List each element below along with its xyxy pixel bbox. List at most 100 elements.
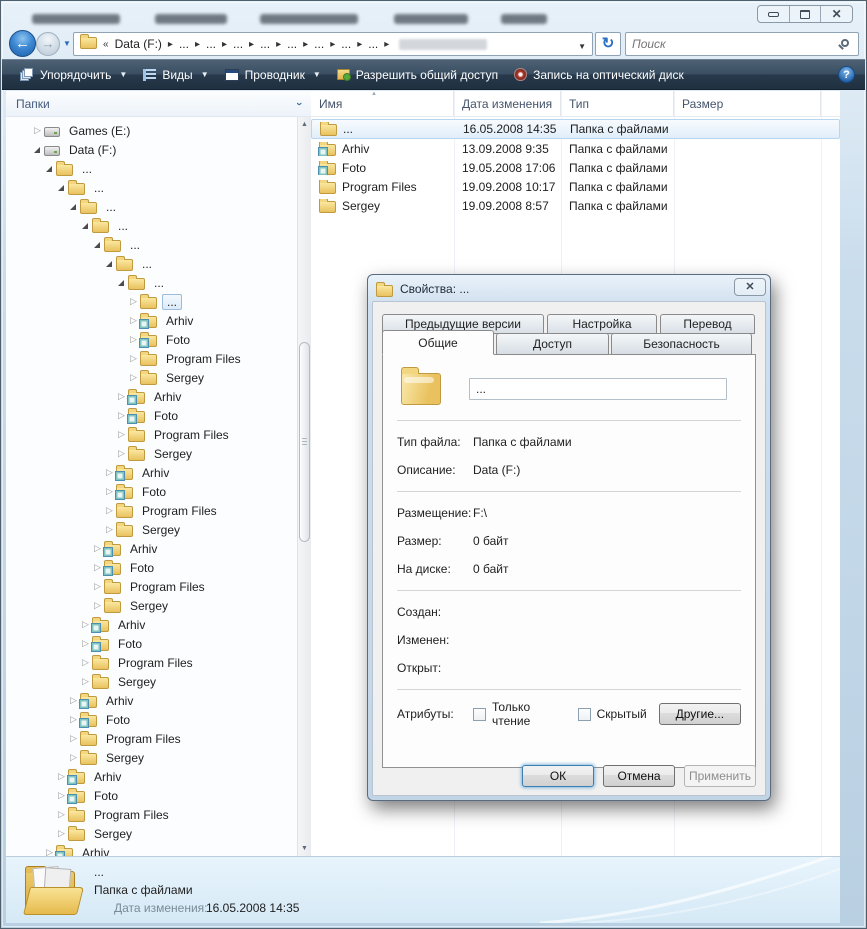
tree-item[interactable]: ▷ Foto	[6, 786, 297, 805]
expanded-arrow-icon[interactable]	[94, 241, 104, 248]
toolbar-organize-button[interactable]: Упорядочить ▼	[12, 64, 135, 86]
readonly-checkbox[interactable]	[473, 707, 486, 721]
tree-scrollbar[interactable]: ▲ ▼	[297, 117, 311, 856]
redacted-menu-item[interactable]	[501, 14, 547, 24]
table-row[interactable]: Foto 19.05.2008 17:06 Папка с файлами	[311, 158, 840, 177]
breadcrumb-item[interactable]: ...	[177, 37, 191, 51]
collapsed-arrow-icon[interactable]: ▷	[70, 733, 80, 744]
breadcrumb-chevron-icon[interactable]: ▸	[249, 39, 254, 50]
collapsed-arrow-icon[interactable]: ▷	[106, 524, 116, 535]
breadcrumb[interactable]: « Data (F:) ▸... ▸... ▸... ▸... ▸... ▸... ▸...…	[73, 32, 593, 56]
tree-item[interactable]: ▷ Foto	[6, 710, 297, 729]
history-dropdown-icon[interactable]: ▼	[63, 39, 71, 48]
tree-item[interactable]: ▷ Foto	[6, 558, 297, 577]
tree-item[interactable]: Data (F:)	[6, 140, 297, 159]
breadcrumb-chevron-icon[interactable]: ▸	[384, 39, 389, 50]
table-row[interactable]: Arhiv 13.09.2008 9:35 Папка с файлами	[311, 139, 840, 158]
column-header-size[interactable]: Размер	[674, 91, 821, 116]
tab-общие[interactable]: Общие	[382, 330, 494, 355]
breadcrumb-item[interactable]: ...	[312, 37, 326, 51]
collapsed-arrow-icon[interactable]: ▷	[82, 676, 92, 687]
breadcrumb-chevron-icon[interactable]: ▸	[276, 39, 281, 50]
tree-item[interactable]: ▷ Sergey	[6, 520, 297, 539]
tab-настройка[interactable]: Настройка	[547, 314, 657, 334]
tab-перевод[interactable]: Перевод	[660, 314, 755, 334]
breadcrumb-item[interactable]: ...	[339, 37, 353, 51]
tree-item[interactable]: ...	[6, 254, 297, 273]
expanded-arrow-icon[interactable]	[46, 165, 56, 172]
search-input[interactable]	[632, 35, 827, 53]
toolbar-views-button[interactable]: Виды ▼	[135, 64, 216, 86]
tree-item[interactable]: ▷ Games (E:)	[6, 121, 297, 140]
breadcrumb-item[interactable]: ...	[258, 37, 272, 51]
collapsed-arrow-icon[interactable]: ▷	[34, 125, 44, 136]
expanded-arrow-icon[interactable]	[58, 184, 68, 191]
back-button[interactable]: ←	[9, 30, 36, 57]
tab-безопасность[interactable]: Безопасность	[611, 333, 752, 355]
chevron-down-icon[interactable]: ▼	[201, 70, 209, 79]
collapsed-arrow-icon[interactable]: ▷	[130, 296, 140, 307]
tree-item[interactable]: ▷...	[6, 292, 297, 311]
apply-button[interactable]: Применить	[684, 765, 756, 787]
tree-item[interactable]: ▷ Program Files	[6, 729, 297, 748]
tree-item[interactable]: ▷ Sergey	[6, 748, 297, 767]
cancel-button[interactable]: Отмена	[603, 765, 675, 787]
tree-item[interactable]: ▷ Program Files	[6, 349, 297, 368]
help-button[interactable]: ?	[838, 66, 855, 83]
maximize-button[interactable]	[790, 6, 822, 22]
tree-item[interactable]: ▷ Program Files	[6, 653, 297, 672]
tree-item[interactable]: ▷ Sergey	[6, 824, 297, 843]
table-row[interactable]: ... 16.05.2008 14:35 Папка с файлами	[311, 119, 840, 139]
breadcrumb-chevron-icon[interactable]: ▸	[357, 39, 362, 50]
column-header-name[interactable]: Имя ▲	[311, 91, 454, 116]
tree-item[interactable]: ▷ Sergey	[6, 596, 297, 615]
tree-item[interactable]: ▷ Program Files	[6, 577, 297, 596]
breadcrumb-chevron-icon[interactable]: ▸	[330, 39, 335, 50]
chevron-down-icon[interactable]: ▼	[313, 70, 321, 79]
tree-item[interactable]: ▷ Arhiv	[6, 387, 297, 406]
collapsed-arrow-icon[interactable]: ▷	[70, 752, 80, 763]
folder-name-field[interactable]	[469, 378, 727, 400]
tree-item[interactable]: ▷ Arhiv	[6, 539, 297, 558]
tree-item[interactable]: ▷ Arhiv	[6, 311, 297, 330]
folders-header[interactable]: Папки ›	[6, 91, 311, 117]
redacted-menu-item[interactable]	[260, 14, 358, 24]
breadcrumb-item[interactable]: ...	[231, 37, 245, 51]
tree-item[interactable]: ▷ Sergey	[6, 672, 297, 691]
toolbar-explorer-button[interactable]: Проводник ▼	[217, 64, 329, 86]
toolbar-burn-button[interactable]: Запись на оптический диск	[506, 64, 692, 86]
search-icon[interactable]	[841, 39, 849, 47]
tree-item[interactable]: ...	[6, 197, 297, 216]
tree-item[interactable]: ...	[6, 178, 297, 197]
tree-item[interactable]: ...	[6, 235, 297, 254]
column-header-date[interactable]: Дата изменения	[454, 91, 561, 116]
toolbar-share-button[interactable]: Разрешить общий доступ	[329, 64, 506, 86]
tree-item[interactable]: ▷ Program Files	[6, 425, 297, 444]
tree-item[interactable]: ...	[6, 159, 297, 178]
tree-item[interactable]: ▷ Sergey	[6, 444, 297, 463]
breadcrumb-chevron-icon[interactable]: ▸	[168, 39, 173, 50]
collapsed-arrow-icon[interactable]: ▷	[118, 448, 128, 459]
tree-item[interactable]: ▷ Arhiv	[6, 767, 297, 786]
tree-item[interactable]: ▷ Foto	[6, 634, 297, 653]
tree-item[interactable]: ▷ Arhiv	[6, 843, 297, 856]
scroll-up-icon[interactable]: ▲	[298, 117, 311, 132]
collapsed-arrow-icon[interactable]: ▷	[58, 828, 68, 839]
other-attributes-button[interactable]: Другие...	[658, 703, 741, 725]
collapsed-arrow-icon[interactable]: ▷	[130, 372, 140, 383]
collapsed-arrow-icon[interactable]: ▷	[106, 505, 116, 516]
redacted-menu-item[interactable]	[394, 14, 468, 24]
collapsed-arrow-icon[interactable]: ▷	[94, 600, 104, 611]
breadcrumb-item[interactable]: ...	[204, 37, 218, 51]
tree-item[interactable]: ▷ Sergey	[6, 368, 297, 387]
breadcrumb-chevron-icon[interactable]: ▸	[303, 39, 308, 50]
hidden-checkbox[interactable]	[577, 707, 591, 721]
tree-item[interactable]: ▷ Program Files	[6, 501, 297, 520]
minimize-button[interactable]	[758, 6, 790, 22]
breadcrumb-root[interactable]: Data (F:)	[113, 37, 164, 51]
column-header-type[interactable]: Тип	[561, 91, 674, 116]
breadcrumb-chevron-icon[interactable]: ▸	[195, 39, 200, 50]
table-row[interactable]: Program Files 19.09.2008 10:17 Папка с фай…	[311, 177, 840, 196]
breadcrumb-item[interactable]: ...	[285, 37, 299, 51]
tree-item[interactable]: ▷ Foto	[6, 406, 297, 425]
